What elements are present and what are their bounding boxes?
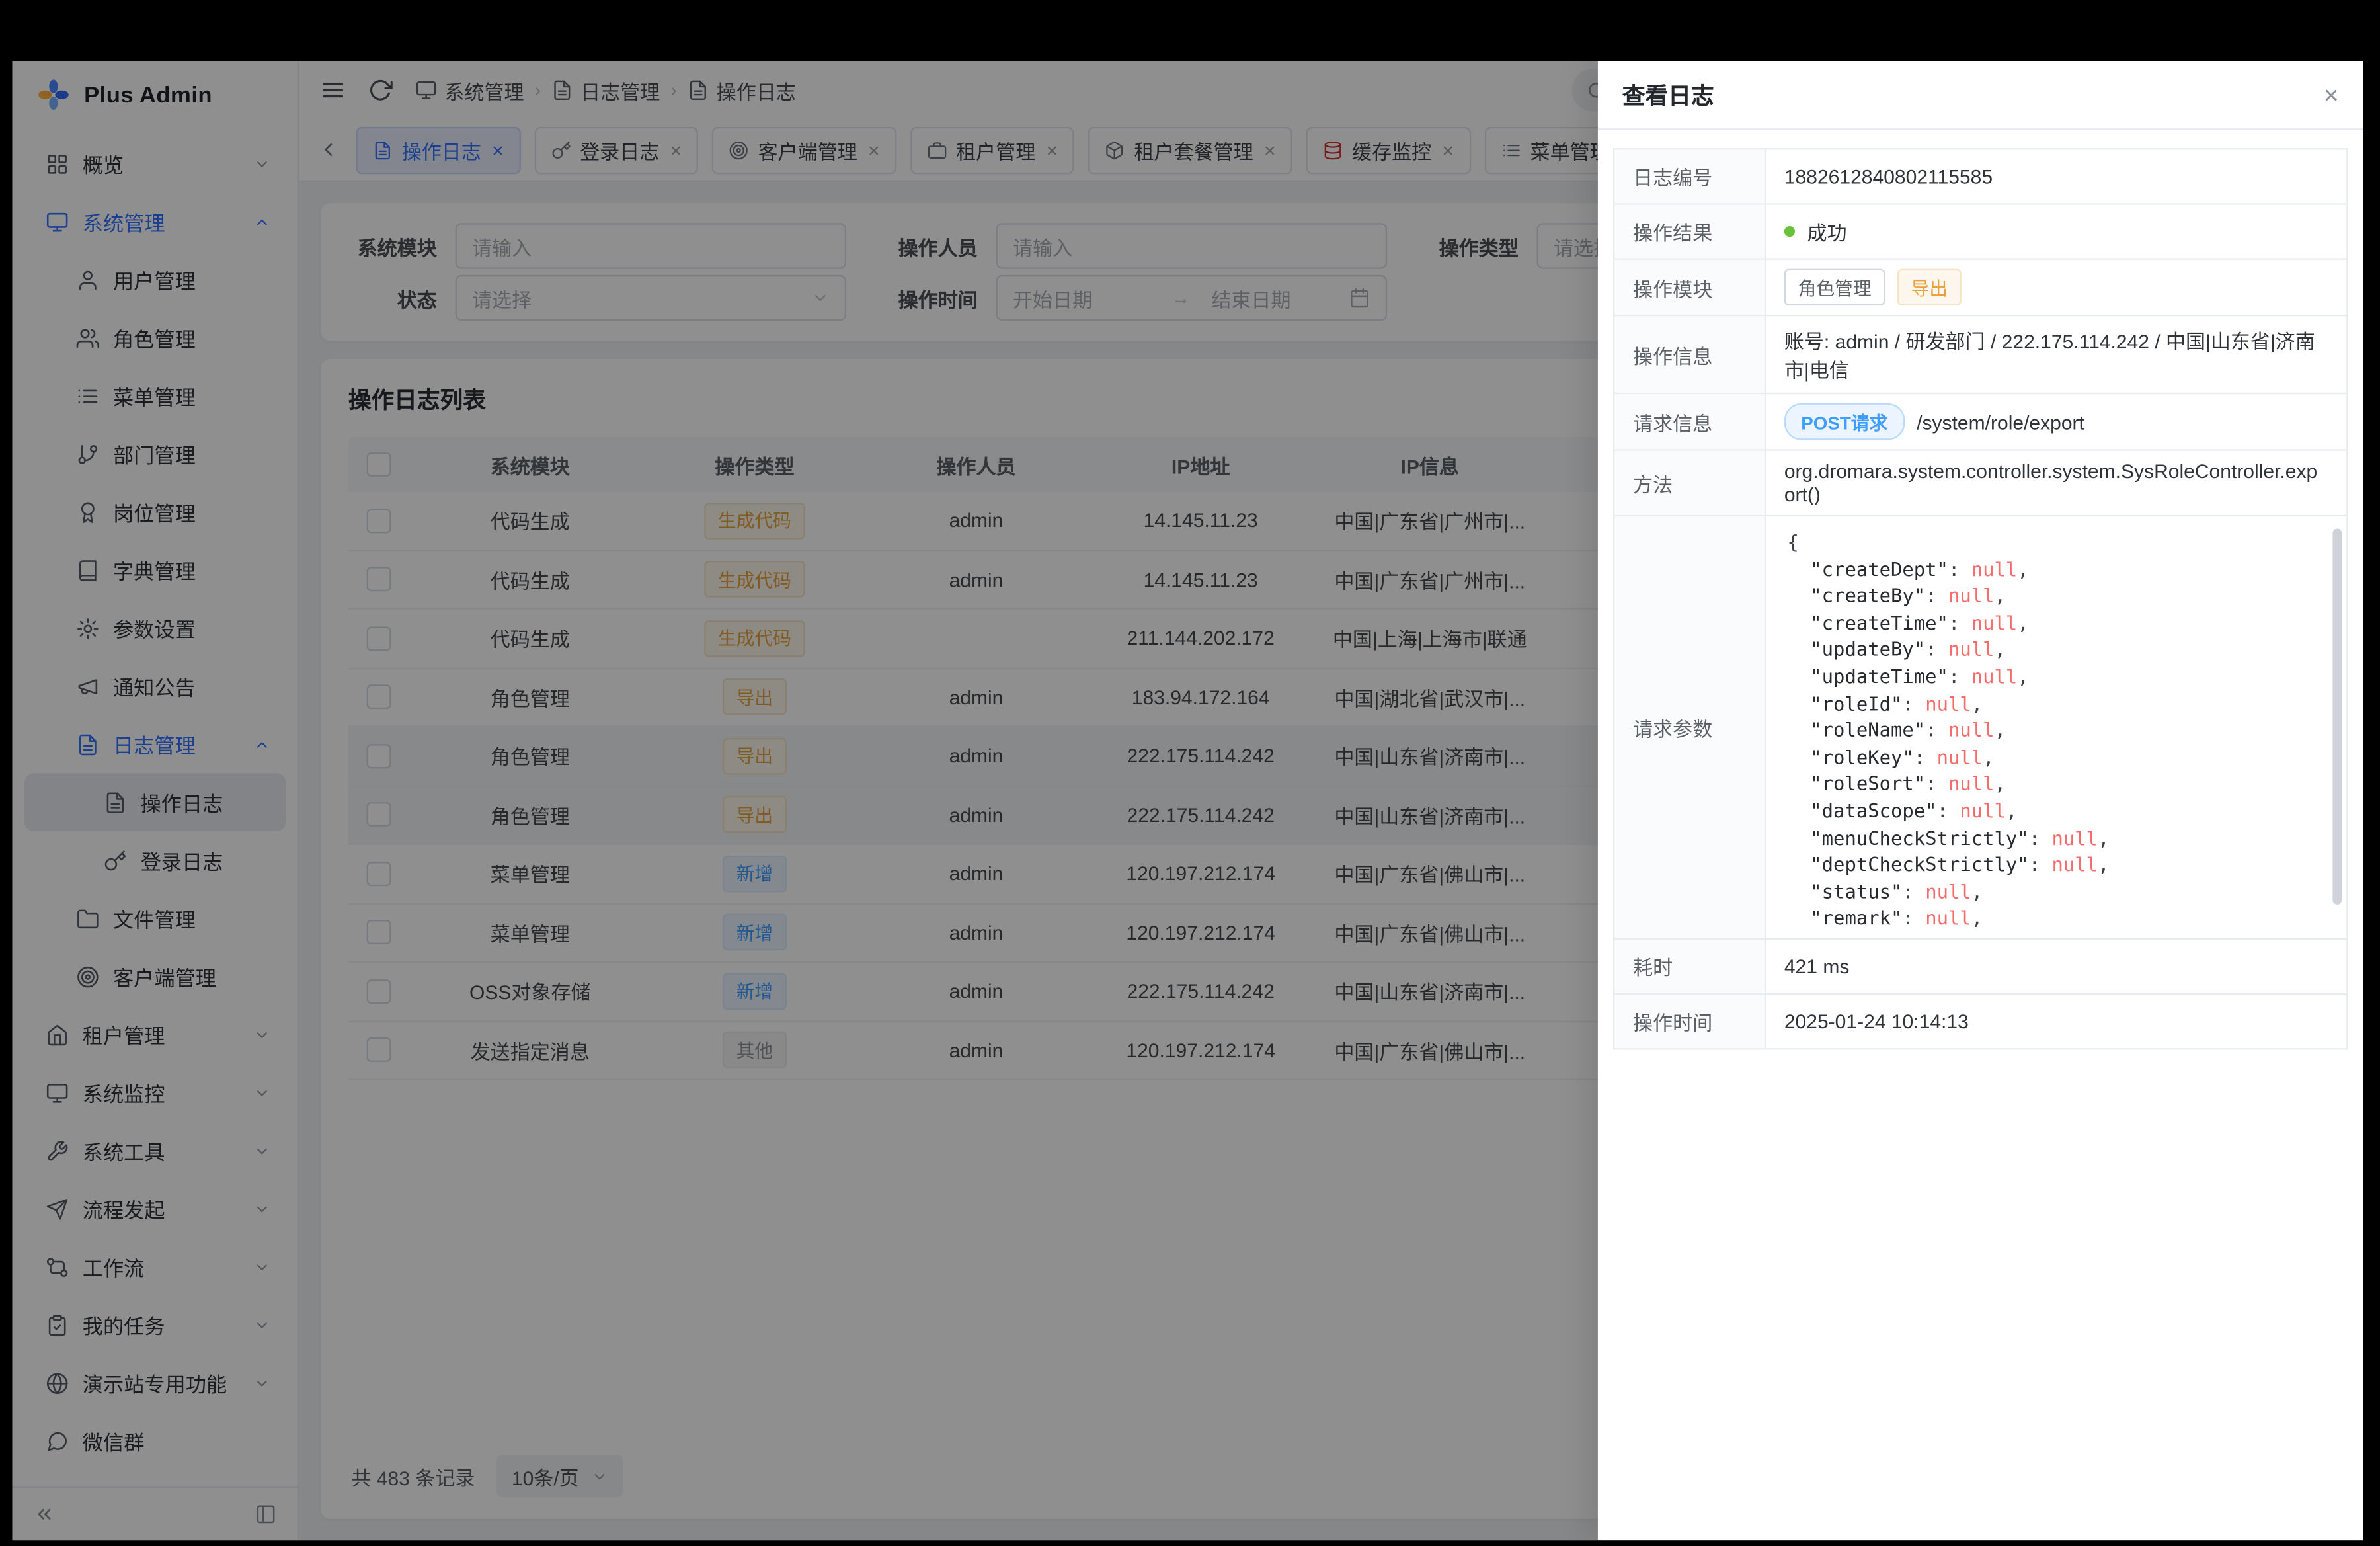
detail-label: 方法: [1614, 451, 1766, 515]
detail-row: 请求参数 { "createDept": null, "createBy": n…: [1614, 516, 2346, 940]
close-icon[interactable]: ×: [2324, 82, 2339, 108]
log-details-table: 日志编号 1882612840802115585 操作结果 成功 操作模块 角色…: [1613, 148, 2348, 1049]
detail-label: 耗时: [1614, 940, 1766, 993]
detail-value: org.dromara.system.controller.system.Sys…: [1784, 460, 2328, 506]
detail-label: 请求信息: [1614, 394, 1766, 449]
detail-value-cell: POST请求/system/role/export: [1766, 394, 2346, 449]
screen: Plus Admin 概览 系统管理 用户管理 角色管理 菜单管理 部门管理 岗…: [0, 0, 2380, 1546]
detail-label: 操作模块: [1614, 260, 1766, 315]
detail-value-cell: { "createDept": null, "createBy": null, …: [1766, 516, 2346, 938]
detail-row: 日志编号 1882612840802115585: [1614, 149, 2346, 204]
drawer-body: 日志编号 1882612840802115585 操作结果 成功 操作模块 角色…: [1598, 130, 2363, 1068]
detail-value-cell: 1882612840802115585: [1766, 149, 2346, 203]
scrollbar-thumb[interactable]: [2332, 528, 2342, 904]
detail-value: 1882612840802115585: [1784, 165, 1993, 188]
detail-value-cell: 421 ms: [1766, 940, 2346, 993]
view-log-drawer: 查看日志 × 日志编号 1882612840802115585 操作结果 成功 …: [1598, 61, 2363, 1540]
detail-row: 方法 org.dromara.system.controller.system.…: [1614, 451, 2346, 516]
detail-label: 请求参数: [1614, 516, 1766, 938]
detail-label: 操作信息: [1614, 316, 1766, 393]
detail-value-cell: 角色管理导出: [1766, 260, 2346, 315]
detail-row: 耗时 421 ms: [1614, 940, 2346, 995]
drawer-header: 查看日志 ×: [1598, 61, 2363, 130]
detail-row: 操作模块 角色管理导出: [1614, 260, 2346, 316]
request-params-json[interactable]: { "createDept": null, "createBy": null, …: [1766, 516, 2346, 938]
detail-value-cell: 账号: admin / 研发部门 / 222.175.114.242 / 中国|…: [1766, 316, 2346, 393]
detail-value: 成功: [1807, 217, 1847, 246]
detail-value: 账号: admin / 研发部门 / 222.175.114.242 / 中国|…: [1784, 325, 2328, 384]
success-dot: [1784, 226, 1795, 237]
drawer-overlay[interactable]: [12, 61, 1597, 1540]
http-method-tag: POST请求: [1784, 403, 1905, 440]
detail-row: 请求信息 POST请求/system/role/export: [1614, 394, 2346, 450]
detail-row: 操作信息 账号: admin / 研发部门 / 222.175.114.242 …: [1614, 316, 2346, 394]
module-tag: 导出: [1897, 269, 1962, 305]
detail-row: 操作结果 成功: [1614, 205, 2346, 260]
detail-value-cell: 成功: [1766, 205, 2346, 259]
app-window: Plus Admin 概览 系统管理 用户管理 角色管理 菜单管理 部门管理 岗…: [12, 61, 2363, 1540]
detail-label: 日志编号: [1614, 149, 1766, 203]
detail-label: 操作结果: [1614, 205, 1766, 259]
request-url: /system/role/export: [1917, 410, 2084, 433]
detail-value: 2025-01-24 10:14:13: [1784, 1010, 1969, 1033]
drawer-title: 查看日志: [1622, 79, 1714, 111]
detail-value-cell: org.dromara.system.controller.system.Sys…: [1766, 451, 2346, 515]
module-tag: 角色管理: [1784, 269, 1885, 305]
detail-label: 操作时间: [1614, 995, 1766, 1048]
detail-value-cell: 2025-01-24 10:14:13: [1766, 995, 2346, 1048]
detail-value: 421 ms: [1784, 955, 1850, 978]
detail-row: 操作时间 2025-01-24 10:14:13: [1614, 995, 2346, 1049]
